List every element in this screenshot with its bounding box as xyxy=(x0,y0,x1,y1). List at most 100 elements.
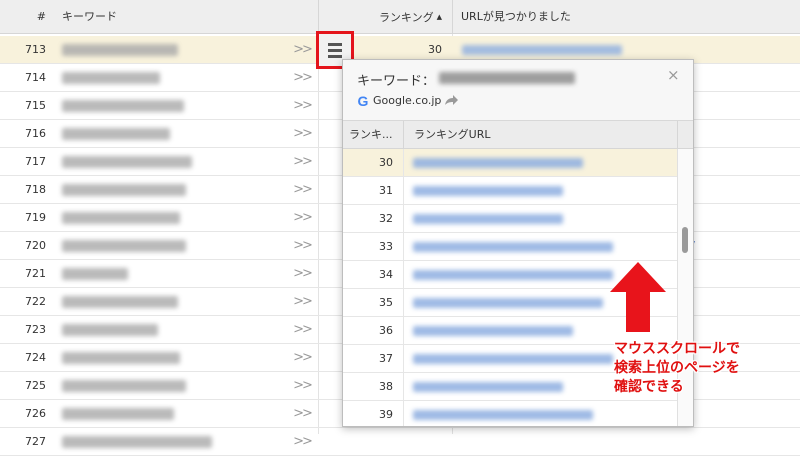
sort-ascending-icon: ▲ xyxy=(436,13,442,21)
row-number: 724 xyxy=(25,351,46,364)
popup-cell-divider xyxy=(403,261,404,289)
table-header: # キーワード ランキング ▲ URLが見つかりました xyxy=(0,0,800,34)
row-number: 714 xyxy=(25,71,46,84)
keyword-blurred[interactable] xyxy=(62,100,184,112)
hamburger-icon-bar xyxy=(328,55,342,58)
popup-url-blurred[interactable] xyxy=(413,270,613,280)
keyword-blurred[interactable] xyxy=(62,44,178,56)
row-number: 715 xyxy=(25,99,46,112)
popup-url-blurred[interactable] xyxy=(413,326,573,336)
double-chevron-icon[interactable]: >> xyxy=(292,120,313,148)
keyword-blurred[interactable] xyxy=(62,212,180,224)
popup-ranking-row[interactable]: 32 xyxy=(343,205,677,233)
row-number: 717 xyxy=(25,155,46,168)
popup-url-blurred[interactable] xyxy=(413,242,613,252)
popup-url-blurred[interactable] xyxy=(413,382,563,392)
keyword-blurred[interactable] xyxy=(62,324,158,336)
popup-keyword-blurred xyxy=(439,72,575,84)
annotation-note: マウススクロールで 検索上位のページを 確認できる xyxy=(614,340,800,397)
row-number: 716 xyxy=(25,127,46,140)
column-header-number[interactable]: # xyxy=(0,0,46,34)
popup-url-blurred[interactable] xyxy=(413,298,603,308)
double-chevron-icon[interactable]: >> xyxy=(292,428,313,456)
keyword-blurred[interactable] xyxy=(62,296,178,308)
double-chevron-icon[interactable]: >> xyxy=(292,288,313,316)
popup-url-blurred[interactable] xyxy=(413,186,563,196)
popup-cell-divider xyxy=(403,177,404,205)
double-chevron-icon[interactable]: >> xyxy=(292,372,313,400)
row-number: 722 xyxy=(25,295,46,308)
column-header-ranking[interactable]: ランキング ▲ xyxy=(318,0,452,34)
popup-rank-value: 33 xyxy=(379,240,393,253)
row-number: 721 xyxy=(25,267,46,280)
row-number: 718 xyxy=(25,183,46,196)
popup-cell-divider xyxy=(403,317,404,345)
keyword-blurred[interactable] xyxy=(62,408,174,420)
popup-ranking-row[interactable]: 30 xyxy=(343,149,677,177)
popup-scrollbar-thumb[interactable] xyxy=(682,227,688,253)
double-chevron-icon[interactable]: >> xyxy=(292,260,313,288)
column-header-keyword[interactable]: キーワード xyxy=(62,0,117,34)
annotation-line: マウススクロールで xyxy=(614,341,740,357)
close-icon[interactable]: × xyxy=(667,66,680,84)
popup-column-ranking-url[interactable]: ランキングURL xyxy=(403,121,677,149)
popup-url-blurred[interactable] xyxy=(413,354,613,364)
double-chevron-icon[interactable]: >> xyxy=(292,92,313,120)
popup-cell-divider xyxy=(403,289,404,317)
share-arrow-icon[interactable] xyxy=(443,92,459,108)
double-chevron-icon[interactable]: >> xyxy=(292,204,313,232)
popup-url-blurred[interactable] xyxy=(413,214,563,224)
popup-rank-value: 35 xyxy=(379,296,393,309)
keyword-blurred[interactable] xyxy=(62,128,170,140)
column-header-url-found[interactable]: URLが見つかりました xyxy=(452,0,800,34)
popup-rank-value: 34 xyxy=(379,268,393,281)
row-number: 723 xyxy=(25,323,46,336)
popup-rank-value: 37 xyxy=(379,352,393,365)
popup-cell-divider xyxy=(403,149,404,177)
double-chevron-icon[interactable]: >> xyxy=(292,232,313,260)
popup-title-label: キーワード： xyxy=(357,74,436,89)
double-chevron-icon[interactable]: >> xyxy=(292,148,313,176)
popup-ranking-row[interactable]: 39 xyxy=(343,401,677,426)
popup-column-rank[interactable]: ランキ... xyxy=(343,121,403,149)
popup-rank-value: 30 xyxy=(379,156,393,169)
row-number: 725 xyxy=(25,379,46,392)
keyword-blurred[interactable] xyxy=(62,184,186,196)
double-chevron-icon[interactable]: >> xyxy=(292,400,313,428)
keyword-blurred[interactable] xyxy=(62,380,186,392)
keyword-blurred[interactable] xyxy=(62,352,180,364)
row-number: 720 xyxy=(25,239,46,252)
popup-url-blurred[interactable] xyxy=(413,410,593,420)
double-chevron-icon[interactable]: >> xyxy=(292,36,313,64)
keyword-blurred[interactable] xyxy=(62,240,186,252)
table-row[interactable]: 727 >> xyxy=(0,428,800,456)
row-number: 726 xyxy=(25,407,46,420)
keyword-blurred[interactable] xyxy=(62,156,192,168)
double-chevron-icon[interactable]: >> xyxy=(292,64,313,92)
keyword-blurred[interactable] xyxy=(62,436,212,448)
popup-rank-value: 32 xyxy=(379,212,393,225)
popup-cell-divider xyxy=(403,373,404,401)
popup-rank-value: 36 xyxy=(379,324,393,337)
double-chevron-icon[interactable]: >> xyxy=(292,176,313,204)
double-chevron-icon[interactable]: >> xyxy=(292,344,313,372)
url-blurred[interactable] xyxy=(462,45,622,55)
hamburger-icon-bar xyxy=(328,49,342,52)
popup-rank-value: 38 xyxy=(379,380,393,393)
hamburger-icon xyxy=(328,43,342,46)
popup-header: キーワード： × G Google.co.jp xyxy=(343,60,693,121)
up-arrow-annotation xyxy=(610,262,666,332)
popup-ranking-row[interactable]: 33 xyxy=(343,233,677,261)
popup-url-blurred[interactable] xyxy=(413,158,583,168)
popup-ranking-row[interactable]: 31 xyxy=(343,177,677,205)
keyword-blurred[interactable] xyxy=(62,72,160,84)
popup-rank-value: 39 xyxy=(379,408,393,421)
double-chevron-icon[interactable]: >> xyxy=(292,316,313,344)
google-icon: G xyxy=(357,93,369,109)
keyword-blurred[interactable] xyxy=(62,268,128,280)
column-header-ranking-label: ランキング xyxy=(378,11,434,24)
popup-cell-divider xyxy=(403,233,404,261)
popup-cell-divider xyxy=(403,345,404,373)
popup-cell-divider xyxy=(403,401,404,426)
annotation-line: 検索上位のページを xyxy=(614,360,740,376)
